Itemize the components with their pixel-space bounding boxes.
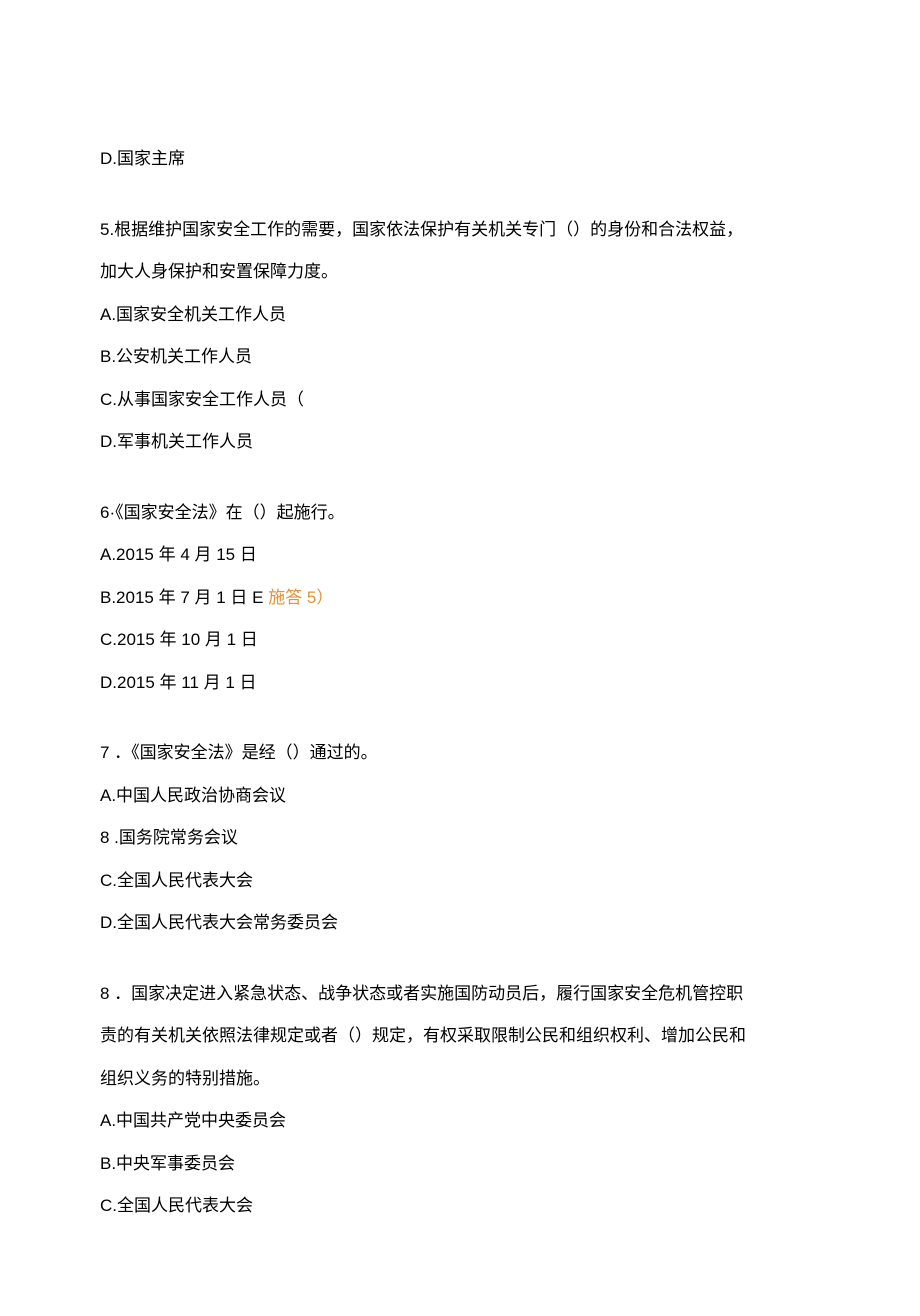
- question-stem: 7 ．《国家安全法》是经（）通过的。: [100, 732, 820, 775]
- option-d: D.国家主席: [100, 138, 820, 181]
- question-5: 5.根据维护国家安全工作的需要，国家依法保护有关机关专门（）的身份和合法权益， …: [100, 209, 820, 464]
- option-b-prefix: B.2015 年 7 月 1 日 E: [100, 588, 268, 607]
- option-c: C.2015 年 10 月 1 日: [100, 619, 820, 662]
- question-7: 7 ．《国家安全法》是经（）通过的。 A.中国人民政治协商会议 8 .国务院常务…: [100, 732, 820, 945]
- q4-options-tail: D.国家主席: [100, 138, 820, 181]
- option-c: C.从事国家安全工作人员（: [100, 379, 820, 422]
- question-stem: 加大人身保护和安置保障力度。: [100, 251, 820, 294]
- option-c: C.全国人民代表大会: [100, 1185, 820, 1228]
- option-d: D.2015 年 11 月 1 日: [100, 662, 820, 705]
- question-stem: 8 ．国家决定进入紧急状态、战争状态或者实施国防动员后，履行国家安全危机管控职: [100, 973, 820, 1016]
- document-page: D.国家主席 5.根据维护国家安全工作的需要，国家依法保护有关机关专门（）的身份…: [0, 0, 920, 1316]
- question-stem: 责的有关机关依照法律规定或者（）规定，有权采取限制公民和组织权利、增加公民和: [100, 1015, 820, 1058]
- option-b: 8 .国务院常务会议: [100, 817, 820, 860]
- question-stem: 组织义务的特别措施。: [100, 1058, 820, 1101]
- option-a: A.国家安全机关工作人员: [100, 294, 820, 337]
- option-a: A.中国共产党中央委员会: [100, 1100, 820, 1143]
- question-6: 6·《国家安全法》在（）起施行。 A.2015 年 4 月 15 日 B.201…: [100, 492, 820, 705]
- option-b: B.公安机关工作人员: [100, 336, 820, 379]
- question-stem: 6·《国家安全法》在（）起施行。: [100, 492, 820, 535]
- option-a: A.中国人民政治协商会议: [100, 775, 820, 818]
- option-d: D.军事机关工作人员: [100, 421, 820, 464]
- option-b: B.2015 年 7 月 1 日 E 施答 5）: [100, 577, 820, 620]
- annotation-text: 施答 5）: [268, 588, 333, 607]
- option-c: C.全国人民代表大会: [100, 860, 820, 903]
- question-8: 8 ．国家决定进入紧急状态、战争状态或者实施国防动员后，履行国家安全危机管控职 …: [100, 973, 820, 1228]
- option-d: D.全国人民代表大会常务委员会: [100, 902, 820, 945]
- option-b: B.中央军事委员会: [100, 1143, 820, 1186]
- option-a: A.2015 年 4 月 15 日: [100, 534, 820, 577]
- question-stem: 5.根据维护国家安全工作的需要，国家依法保护有关机关专门（）的身份和合法权益，: [100, 209, 820, 252]
